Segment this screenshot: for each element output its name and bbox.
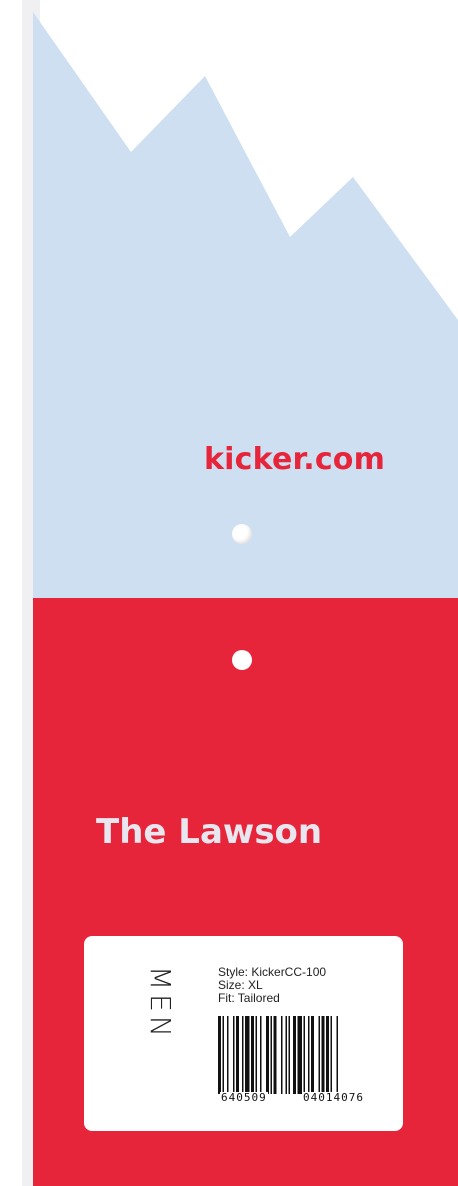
barcode-bar xyxy=(303,1016,305,1094)
barcode-bar xyxy=(227,1016,229,1094)
barcode-bar xyxy=(273,1016,277,1094)
gender-text: MEN xyxy=(144,966,177,1041)
product-details: Style: KickerCC-100 Size: XL Fit: Tailor… xyxy=(218,966,326,1005)
barcode-bar xyxy=(270,1016,272,1094)
punch-hole-bottom xyxy=(232,650,252,670)
barcode-bar xyxy=(222,1016,224,1094)
barcode-bar xyxy=(218,1016,221,1094)
barcode-bar xyxy=(297,1016,302,1094)
size-label-sticker: MEN Style: KickerCC-100 Size: XL Fit: Ta… xyxy=(84,936,403,1131)
barcode-bar xyxy=(285,1016,287,1094)
barcode-bar xyxy=(311,1016,314,1094)
barcode-bar xyxy=(255,1016,257,1094)
barcode-bar xyxy=(293,1016,296,1094)
barcode-bar xyxy=(245,1016,250,1094)
website-url: kicker.com xyxy=(204,442,386,477)
barcode-bar xyxy=(242,1016,244,1094)
barcode-bar xyxy=(236,1016,239,1094)
barcode-bar xyxy=(251,1016,254,1094)
barcode-bar xyxy=(260,1016,262,1094)
barcode-bar xyxy=(233,1016,235,1094)
punch-hole-top xyxy=(232,524,252,544)
mountain-sky-area xyxy=(33,12,458,598)
barcode-number-left: 640509 xyxy=(220,1091,268,1104)
barcode-bar xyxy=(281,1016,283,1094)
fit-line: Fit: Tailored xyxy=(218,991,280,1005)
barcode-bar xyxy=(326,1016,329,1094)
barcode-bar xyxy=(288,1016,290,1094)
barcode-bar xyxy=(321,1016,325,1094)
barcode-bar xyxy=(308,1016,310,1094)
hang-tag: kicker.com The Lawson MEN Style: KickerC… xyxy=(0,0,458,1186)
barcode-number-right: 04014076 xyxy=(302,1091,365,1104)
barcode-bar xyxy=(330,1016,332,1094)
barcode-bar xyxy=(266,1016,269,1094)
product-name: The Lawson xyxy=(96,812,323,852)
barcode-bars xyxy=(218,1016,338,1094)
barcode: 640509 04014076 xyxy=(218,1016,382,1104)
barcode-bar xyxy=(336,1016,338,1094)
barcode-bar xyxy=(318,1016,320,1094)
